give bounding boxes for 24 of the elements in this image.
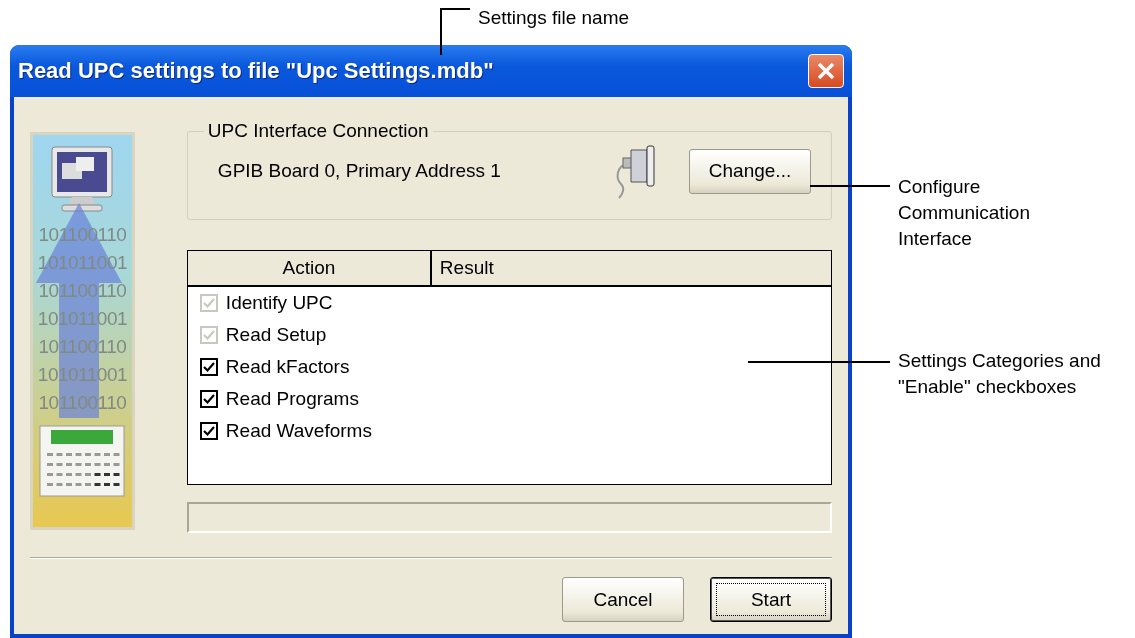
group-legend: UPC Interface Connection [203,120,433,142]
monitor-icon [50,145,115,215]
dialog-button[interactable]: Cancel [562,577,684,622]
window-title: Read UPC settings to file "Upc Settings.mdb" [18,58,494,84]
checkbox[interactable] [199,390,218,408]
checkbox[interactable] [199,422,218,440]
row-label: Read Waveforms [225,420,372,442]
column-header[interactable]: Action [187,251,432,285]
row-label: Identify UPC [225,292,333,314]
close-icon [816,61,836,81]
dialog-button[interactable]: Start [710,577,832,622]
checkbox[interactable] [199,358,218,376]
annotation-text: Settings Categories and "Enable" checkboxes [898,349,1102,399]
annotation-text: Settings file name [478,6,631,30]
row-label: Read kFactors [225,356,350,378]
binary-text: 101100110 [38,335,127,359]
close-button[interactable] [808,54,844,88]
column-header[interactable]: Result [431,251,831,285]
annotation-text: Configure Communication Interface [898,175,1031,251]
change-button[interactable]: Change... [689,148,811,194]
connection-text: GPIB Board 0, Primary Address 1 [217,160,502,182]
binary-text: 101011001 [37,307,128,331]
row-label: Read Setup [225,324,327,346]
row-label: Read Programs [225,388,359,410]
